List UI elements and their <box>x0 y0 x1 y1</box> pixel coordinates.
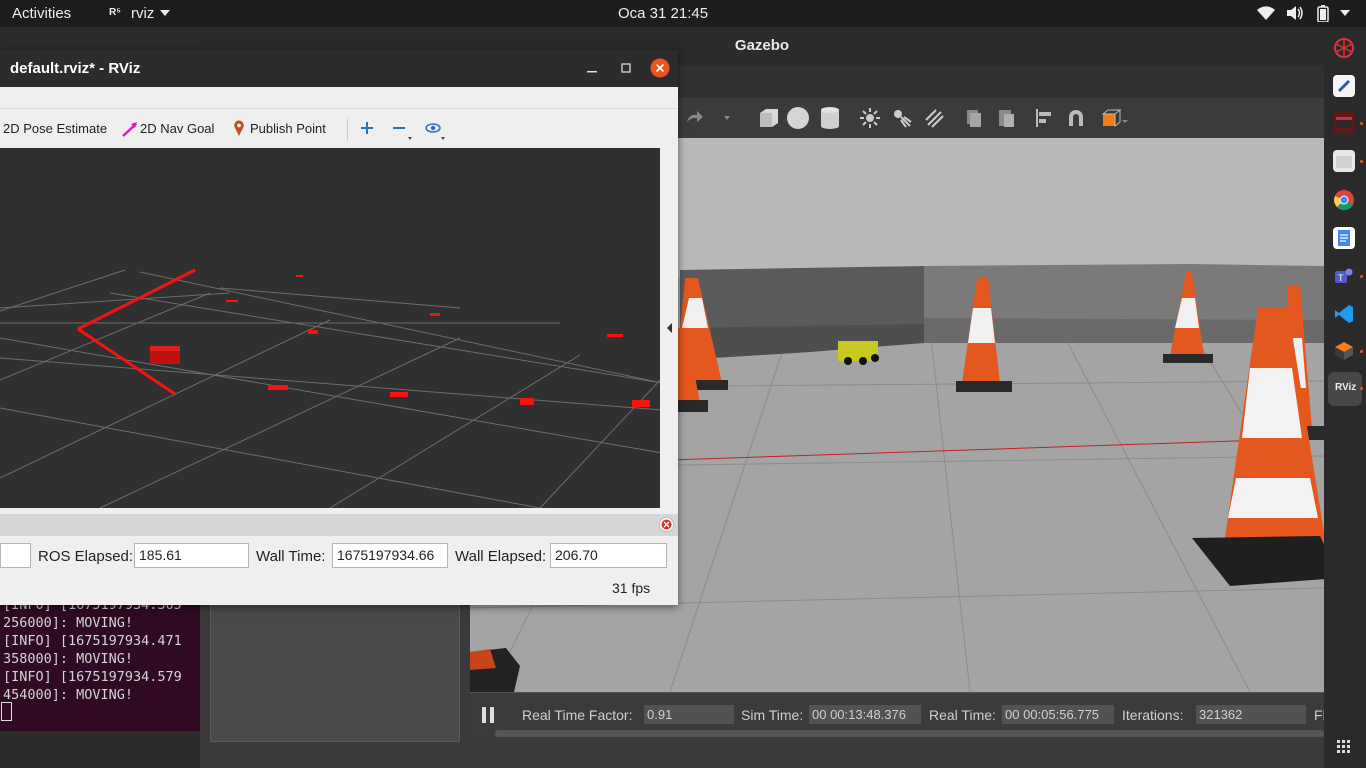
terminal-window[interactable]: [INFO] [1675197934.365 256000]: MOVING! … <box>0 595 200 731</box>
pose-estimate-button[interactable]: 2D Pose Estimate <box>3 121 107 136</box>
terminal-line: 256000]: MOVING! <box>3 615 134 631</box>
rviz-icon: R⁵ <box>109 7 121 18</box>
minus-icon[interactable] <box>392 121 414 143</box>
chrome-icon[interactable] <box>1333 189 1355 211</box>
fps-counter: 31 fps <box>612 580 651 596</box>
top-bar: Activities R⁵ rviz Oca 31 21:45 <box>0 0 1366 27</box>
paste-icon[interactable] <box>996 108 1016 128</box>
terminal-cursor <box>1 702 12 721</box>
time-panel-close-icon[interactable] <box>659 517 674 532</box>
wall-elapsed-label: Wall Elapsed: <box>455 548 547 565</box>
time-panel: ROS Elapsed: 185.61 Wall Time: 167519793… <box>0 514 678 605</box>
box-shape-icon[interactable] <box>756 106 780 130</box>
align-icon[interactable] <box>1034 108 1054 128</box>
map-pin-icon <box>234 120 244 136</box>
gazebo-status-bar: Real Time Factor: 0.91 Sim Time: 00 00:1… <box>470 692 1345 741</box>
clock[interactable]: Oca 31 21:45 <box>618 5 708 22</box>
ros-elapsed-field[interactable]: 185.61 <box>134 543 249 568</box>
snap-icon[interactable] <box>1066 108 1086 128</box>
directional-light-icon[interactable] <box>924 108 944 128</box>
rtf-value: 0.91 <box>644 705 734 724</box>
sphere-shape-icon[interactable] <box>786 106 810 130</box>
rviz-toolbar: 2D Pose Estimate 2D Nav Goal Publish Poi… <box>0 108 678 149</box>
publish-point-button[interactable]: Publish Point <box>250 121 326 136</box>
rviz-3d-view[interactable] <box>0 148 662 508</box>
battery-icon[interactable] <box>1317 5 1329 22</box>
time-panel-header <box>0 514 678 536</box>
gazebo-icon[interactable] <box>1333 340 1355 362</box>
rviz-title-bar[interactable]: default.rviz* - RViz <box>0 50 678 87</box>
spot-light-icon[interactable] <box>892 108 912 128</box>
timeline-scrollbar[interactable] <box>495 730 1324 737</box>
rtf-label: Real Time Factor: <box>522 707 633 723</box>
activities-button[interactable]: Activities <box>12 5 71 22</box>
svg-text:T: T <box>1338 273 1344 283</box>
terminal-line: 358000]: MOVING! <box>3 651 134 667</box>
point-light-icon[interactable] <box>860 108 880 128</box>
terminal-line: 454000]: MOVING! <box>3 687 134 703</box>
teams-icon[interactable]: T <box>1333 265 1355 287</box>
dock: T RViz <box>1324 27 1366 768</box>
sim-time-value: 00 00:13:48.376 <box>809 705 921 724</box>
text-editor-icon[interactable] <box>1333 75 1355 97</box>
system-menu-chevron-icon[interactable] <box>1340 10 1350 17</box>
dock-bottom <box>1324 690 1366 768</box>
wall-time-label: Wall Time: <box>256 548 326 565</box>
ros-time-field[interactable] <box>0 543 31 568</box>
volume-icon[interactable] <box>1286 5 1304 21</box>
pause-icon[interactable] <box>480 706 496 724</box>
nav-goal-arrow-icon <box>122 122 137 137</box>
gazebo-side-panel[interactable] <box>210 605 460 742</box>
plus-icon[interactable] <box>360 121 374 135</box>
gazebo-title: Gazebo <box>734 37 790 54</box>
redo-icon[interactable] <box>684 108 704 128</box>
real-time-value: 00 00:05:56.775 <box>1002 705 1114 724</box>
nav-goal-button[interactable]: 2D Nav Goal <box>140 121 214 136</box>
rviz-dock-label: RViz <box>1335 382 1357 393</box>
document-icon[interactable] <box>1333 227 1355 249</box>
terminal-line: [INFO] [1675197934.471 <box>3 633 182 649</box>
wall-elapsed-field[interactable]: 206.70 <box>550 543 667 568</box>
terminal-line: [INFO] [1675197934.579 <box>3 669 182 685</box>
ros-logo-icon[interactable] <box>1333 37 1355 59</box>
files-icon[interactable] <box>1333 150 1355 172</box>
chevron-down-icon[interactable] <box>722 108 732 128</box>
toolbar-separator <box>347 119 348 141</box>
view-splitter[interactable] <box>660 148 662 508</box>
sim-time-label: Sim Time: <box>741 707 804 723</box>
copy-icon[interactable] <box>964 108 984 128</box>
select-color-icon[interactable] <box>1100 108 1130 128</box>
app-menu-button[interactable]: rviz <box>131 5 154 22</box>
vscode-icon[interactable] <box>1333 303 1355 325</box>
rviz-icon[interactable]: RViz <box>1328 372 1362 406</box>
wall-time-field[interactable]: 1675197934.66 <box>332 543 448 568</box>
iterations-value: 321362 <box>1196 705 1306 724</box>
terminal-icon[interactable] <box>1333 112 1355 134</box>
maximize-icon[interactable] <box>620 62 632 74</box>
collapse-panel-icon[interactable] <box>666 322 674 334</box>
real-time-label: Real Time: <box>929 707 996 723</box>
minimize-icon[interactable] <box>586 62 598 74</box>
app-grid-icon[interactable] <box>1337 740 1351 754</box>
rviz-menubar <box>0 87 678 108</box>
rviz-title: default.rviz* - RViz <box>10 60 141 77</box>
chevron-down-icon[interactable] <box>160 10 170 17</box>
cylinder-shape-icon[interactable] <box>820 106 840 130</box>
ros-elapsed-label: ROS Elapsed: <box>38 548 134 565</box>
close-icon[interactable] <box>650 58 670 78</box>
wifi-icon[interactable] <box>1257 6 1275 20</box>
iterations-label: Iterations: <box>1122 707 1184 723</box>
eye-icon[interactable] <box>425 121 449 143</box>
gazebo-toolbar <box>676 98 1324 138</box>
